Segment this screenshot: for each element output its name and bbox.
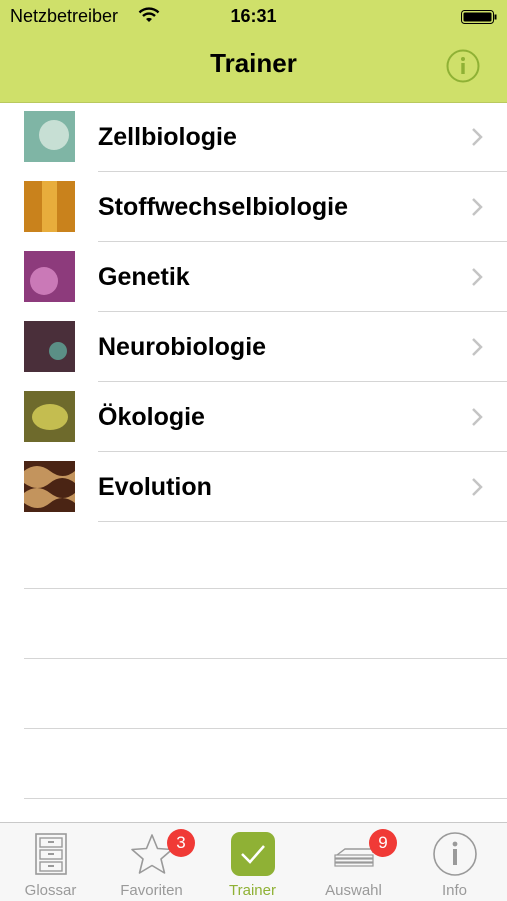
topic-thumbnail [24,391,75,442]
favorites-badge: 3 [167,829,195,857]
cabinet-icon [34,833,67,875]
tab-trainer[interactable]: Trainer [202,823,303,901]
navigation-bar: Netzbetreiber 16:31 Trainer [0,0,507,103]
chevron-right-icon [472,408,483,426]
tab-glossar[interactable]: Glossar [0,823,101,901]
topic-label: Neurobiologie [98,333,267,361]
tab-label: Favoriten [120,882,183,899]
topic-thumbnail [24,461,75,512]
chevron-right-icon [472,338,483,356]
page-title: Trainer [210,48,297,78]
topic-label: Ökologie [98,403,205,431]
chevron-right-icon [472,128,483,146]
empty-row-divider [24,728,507,729]
list-item[interactable]: Stoffwechselbiologie [0,172,507,242]
chevron-right-icon [472,198,483,216]
status-time: 16:31 [230,6,277,26]
tab-label: Trainer [229,882,276,899]
tab-auswahl[interactable]: 9 Auswahl [303,823,404,901]
empty-row-divider [24,798,507,799]
check-icon [230,832,275,876]
topic-label: Genetik [98,263,190,291]
topic-label: Evolution [98,473,212,501]
chevron-right-icon [472,478,483,496]
list-item[interactable]: Evolution [0,452,507,522]
topic-thumbnail [24,251,75,302]
list-item[interactable]: Ökologie [0,382,507,452]
topic-thumbnail [24,111,75,162]
topic-thumbnail [24,321,75,372]
tab-label: Glossar [24,882,77,899]
empty-row-divider [24,588,507,589]
selection-badge: 9 [369,829,397,857]
tab-bar: Glossar 3 Favoriten Trainer 9 Auswahl In… [0,822,507,901]
topic-list: Zellbiologie Stoffwechselbiologie Geneti… [0,102,507,522]
list-item[interactable]: Genetik [0,242,507,312]
tab-favoriten[interactable]: 3 Favoriten [101,823,202,901]
tab-label: Info [441,882,468,899]
chevron-right-icon [472,268,483,286]
info-icon[interactable] [446,49,480,83]
tab-info[interactable]: Info [404,823,505,901]
list-item[interactable]: Zellbiologie [0,102,507,172]
topic-label: Stoffwechselbiologie [98,193,349,221]
battery-icon [461,10,497,24]
topic-label: Zellbiologie [98,123,237,151]
status-bar: Netzbetreiber 16:31 [0,0,507,34]
empty-row-divider [24,658,507,659]
row-divider [98,521,507,522]
list-item[interactable]: Neurobiologie [0,312,507,382]
topic-thumbnail [24,181,75,232]
tab-label: Auswahl [325,882,382,899]
info-icon [432,832,477,876]
